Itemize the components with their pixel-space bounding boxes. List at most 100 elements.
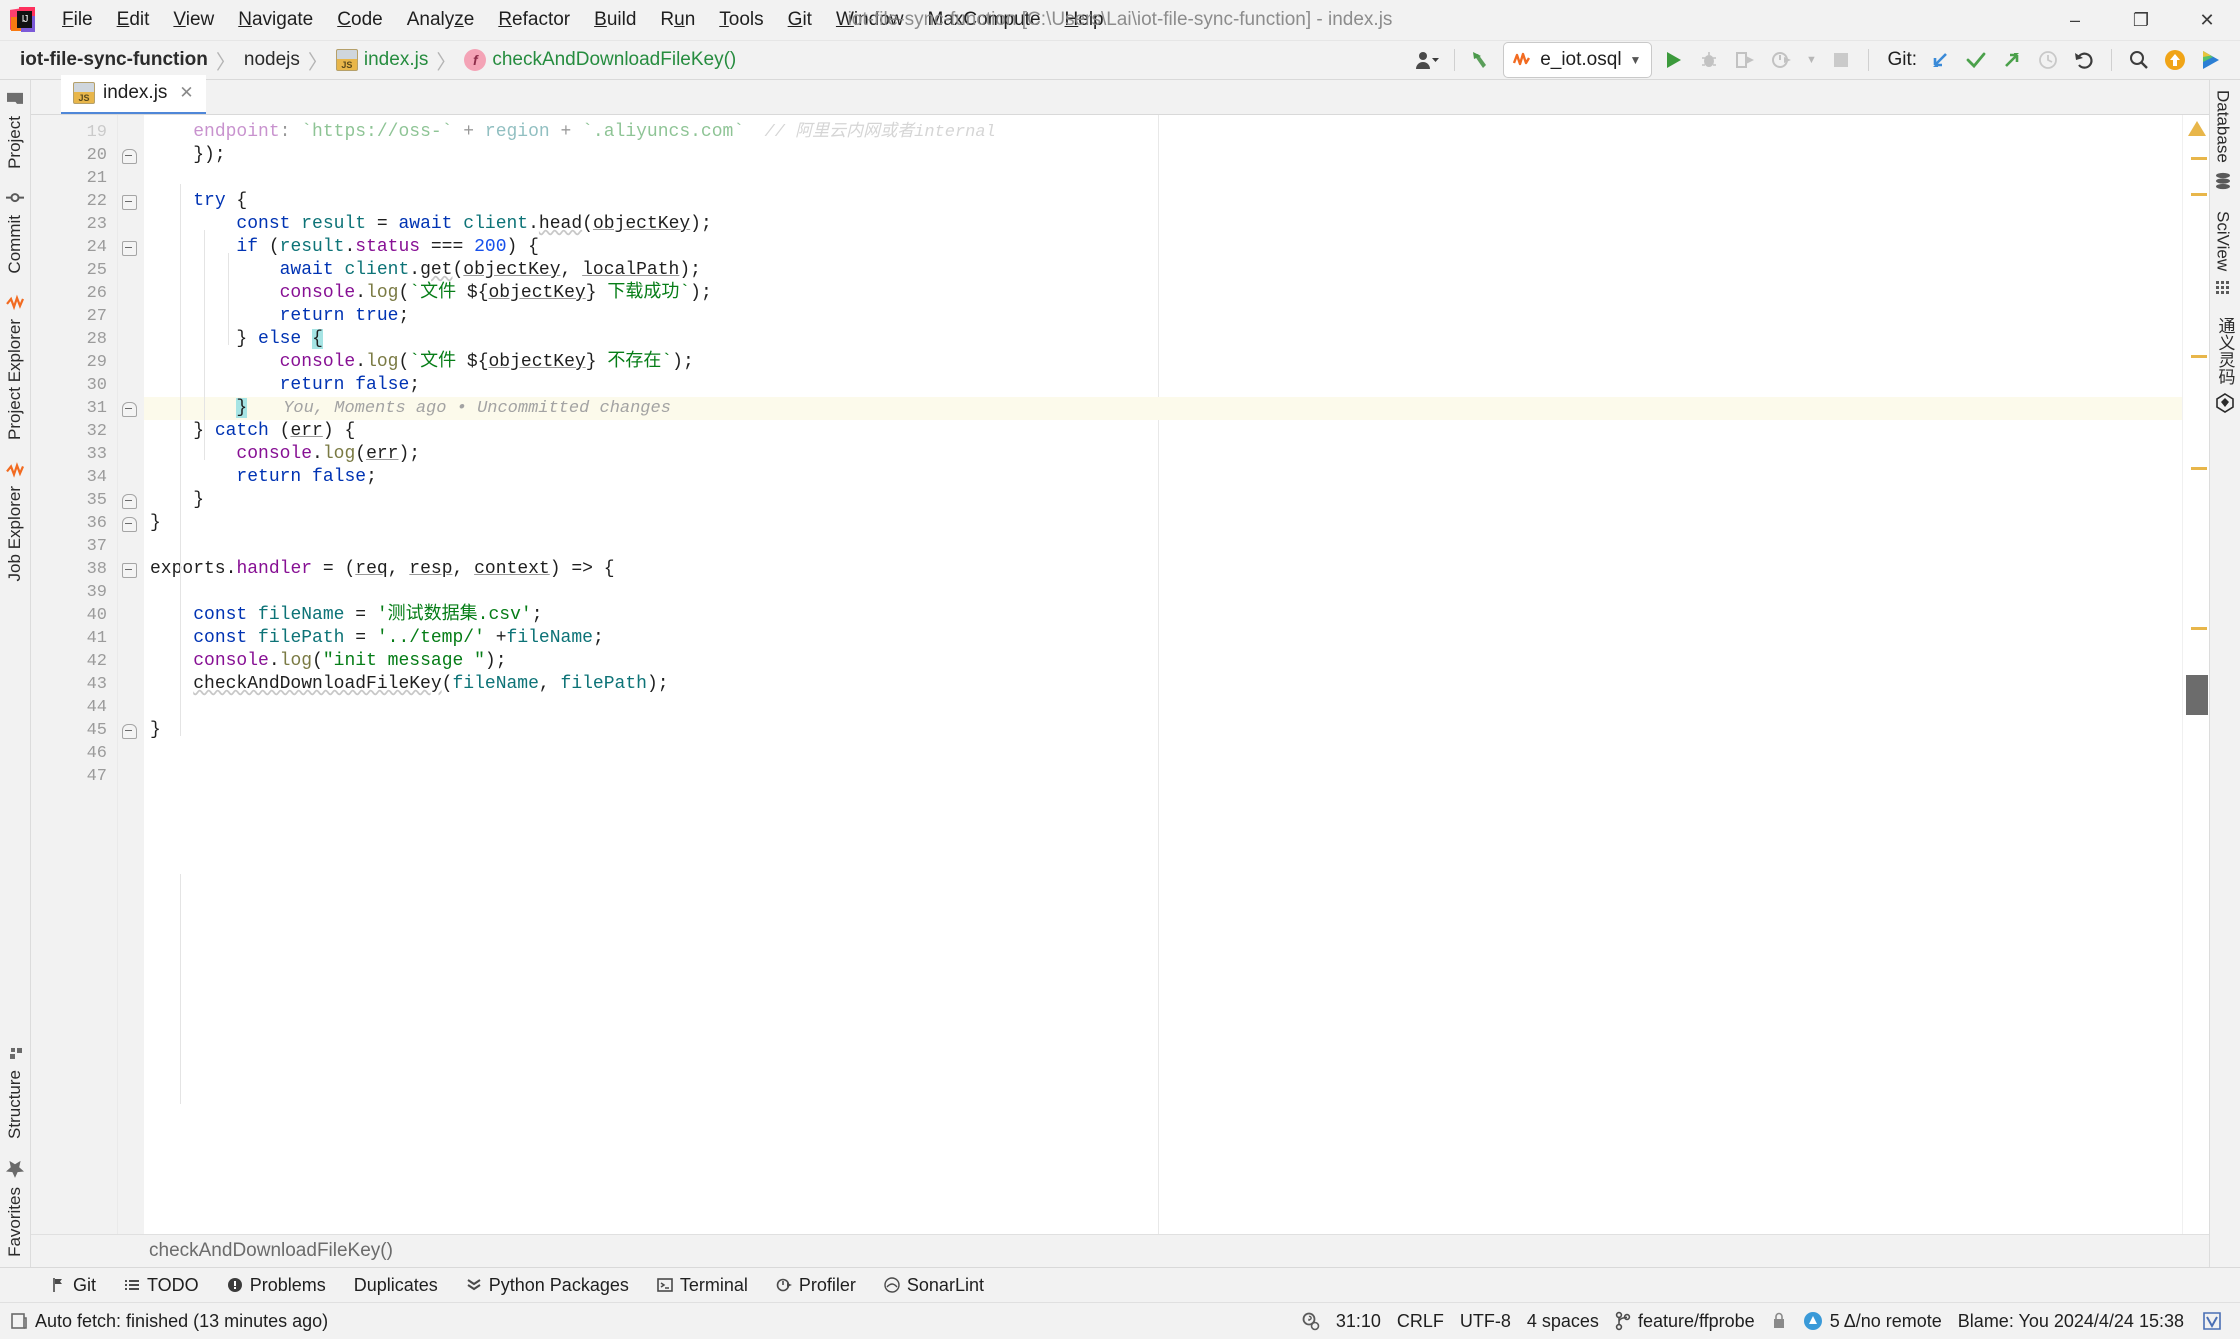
stripe-button-structure[interactable]: Structure <box>2 1034 28 1149</box>
line-number[interactable]: 46 <box>31 742 117 765</box>
menu-item-file[interactable]: File <box>50 6 105 34</box>
menu-item-run[interactable]: Run <box>648 6 707 34</box>
menu-item-build[interactable]: Build <box>582 6 648 34</box>
fold-marker-slot[interactable] <box>118 627 144 650</box>
tool-window-button-python-packages[interactable]: Python Packages <box>452 1272 643 1299</box>
maximize-button[interactable]: ❐ <box>2108 0 2174 40</box>
code-line[interactable]: endpoint: `https://oss-` + region + `.al… <box>144 121 2182 144</box>
fold-marker-slot[interactable] <box>118 282 144 305</box>
debug-icon[interactable] <box>1694 45 1724 75</box>
fold-marker-slot[interactable] <box>118 466 144 489</box>
code-line[interactable]: try { <box>144 190 2182 213</box>
editor-bottom-breadcrumb[interactable]: checkAndDownloadFileKey() <box>31 1234 2209 1267</box>
indent-widget[interactable]: 4 spaces <box>1527 1311 1599 1332</box>
line-number[interactable]: 23 <box>31 213 117 236</box>
code-line[interactable]: await client.get(objectKey, localPath); <box>144 259 2182 282</box>
close-button[interactable]: ✕ <box>2174 0 2240 40</box>
line-number[interactable]: 36 <box>31 512 117 535</box>
code-line[interactable]: } <box>144 489 2182 512</box>
tool-window-button-problems[interactable]: Problems <box>213 1272 340 1299</box>
fold-marker-slot[interactable] <box>118 236 144 259</box>
stripe-button-commit[interactable]: Commit <box>2 179 28 284</box>
code-fold-icon[interactable] <box>122 402 137 417</box>
code-fold-icon[interactable] <box>122 517 137 532</box>
fold-marker-slot[interactable] <box>118 696 144 719</box>
upload-icon[interactable] <box>2160 45 2190 75</box>
ide-status-icon[interactable] <box>2200 1309 2224 1333</box>
menu-item-refactor[interactable]: Refactor <box>486 6 582 34</box>
menu-item-code[interactable]: Code <box>325 6 394 34</box>
code-line[interactable]: return false; <box>144 466 2182 489</box>
git-history-icon[interactable] <box>2033 45 2063 75</box>
code-line[interactable]: console.log(err); <box>144 443 2182 466</box>
menu-item-edit[interactable]: Edit <box>105 6 162 34</box>
line-number[interactable]: 33 <box>31 443 117 466</box>
line-number[interactable]: 28 <box>31 328 117 351</box>
menu-item-analyze[interactable]: Analyze <box>395 6 487 34</box>
line-number[interactable]: 31 <box>31 397 117 420</box>
tool-window-button-terminal[interactable]: Terminal <box>643 1272 762 1299</box>
scrollbar-marker[interactable] <box>2191 355 2207 358</box>
caret-position-widget[interactable]: 31:10 <box>1336 1311 1381 1332</box>
code-content[interactable]: endpoint: `https://oss-` + region + `.al… <box>144 115 2182 1234</box>
fold-marker-slot[interactable] <box>118 121 144 144</box>
menu-item-tools[interactable]: Tools <box>707 6 775 34</box>
breadcrumb-item-1[interactable]: nodejs <box>240 47 304 73</box>
code-fold-icon[interactable] <box>122 149 137 164</box>
code-line[interactable]: } catch (err) { <box>144 420 2182 443</box>
code-line[interactable]: return false; <box>144 374 2182 397</box>
fold-marker-slot[interactable] <box>118 742 144 765</box>
line-number[interactable]: 38 <box>31 558 117 581</box>
line-number[interactable]: 47 <box>31 765 117 788</box>
line-number[interactable]: 34 <box>31 466 117 489</box>
fold-marker-slot[interactable] <box>118 765 144 788</box>
profile-icon[interactable] <box>1766 45 1796 75</box>
tool-window-button-sonarlint[interactable]: SonarLint <box>870 1272 998 1299</box>
inspections-widget[interactable] <box>1300 1311 1320 1331</box>
code-fold-icon[interactable] <box>122 563 137 578</box>
blame-widget[interactable]: Blame: You 2024/4/24 15:38 <box>1958 1311 2184 1332</box>
minimize-button[interactable]: – <box>2042 0 2108 40</box>
scrollbar-marker[interactable] <box>2191 467 2207 470</box>
scrollbar-thumb[interactable] <box>2186 675 2208 715</box>
fold-marker-slot[interactable] <box>118 351 144 374</box>
breadcrumb-item-2[interactable]: JS index.js <box>332 47 432 73</box>
line-number[interactable]: 35 <box>31 489 117 512</box>
line-separator-widget[interactable]: CRLF <box>1397 1311 1444 1332</box>
menu-item-git[interactable]: Git <box>776 6 824 34</box>
line-number[interactable]: 41 <box>31 627 117 650</box>
code-line[interactable] <box>144 535 2182 558</box>
code-line[interactable]: console.log(`文件 ${objectKey} 下载成功`); <box>144 282 2182 305</box>
profile-dropdown-chevron-icon[interactable]: ▼ <box>1802 45 1820 75</box>
code-line[interactable]: const result = await client.head(objectK… <box>144 213 2182 236</box>
code-line[interactable]: checkAndDownloadFileKey(fileName, filePa… <box>144 673 2182 696</box>
fold-marker-slot[interactable] <box>118 673 144 696</box>
line-number[interactable]: 45 <box>31 719 117 742</box>
line-number[interactable]: 39 <box>31 581 117 604</box>
run-icon[interactable] <box>1658 45 1688 75</box>
line-number[interactable]: 32 <box>31 420 117 443</box>
fold-marker-slot[interactable] <box>118 512 144 535</box>
fold-marker-slot[interactable] <box>118 213 144 236</box>
git-push-icon[interactable] <box>1997 45 2027 75</box>
line-number[interactable]: 27 <box>31 305 117 328</box>
fold-marker-slot[interactable] <box>118 581 144 604</box>
git-branch-widget[interactable]: feature/ffprobe <box>1615 1311 1755 1332</box>
code-line[interactable]: if (result.status === 200) { <box>144 236 2182 259</box>
line-number[interactable]: 26 <box>31 282 117 305</box>
code-line[interactable]: }); <box>144 144 2182 167</box>
fold-marker-slot[interactable] <box>118 558 144 581</box>
fold-marker-slot[interactable] <box>118 604 144 627</box>
changes-widget[interactable]: 5 Δ/no remote <box>1803 1311 1942 1332</box>
line-number[interactable]: 20 <box>31 144 117 167</box>
code-fold-icon[interactable] <box>122 724 137 739</box>
editor-tab-index-js[interactable]: JS index.js ✕ <box>61 75 206 114</box>
code-line[interactable] <box>144 581 2182 604</box>
read-only-lock-icon[interactable] <box>1771 1311 1787 1331</box>
code-line[interactable] <box>144 696 2182 719</box>
close-tab-icon[interactable]: ✕ <box>175 83 193 103</box>
editor-scrollbar[interactable] <box>2182 115 2209 1234</box>
menu-item-help[interactable]: Help <box>1053 6 1116 34</box>
fold-marker-slot[interactable] <box>118 167 144 190</box>
line-number[interactable]: 44 <box>31 696 117 719</box>
